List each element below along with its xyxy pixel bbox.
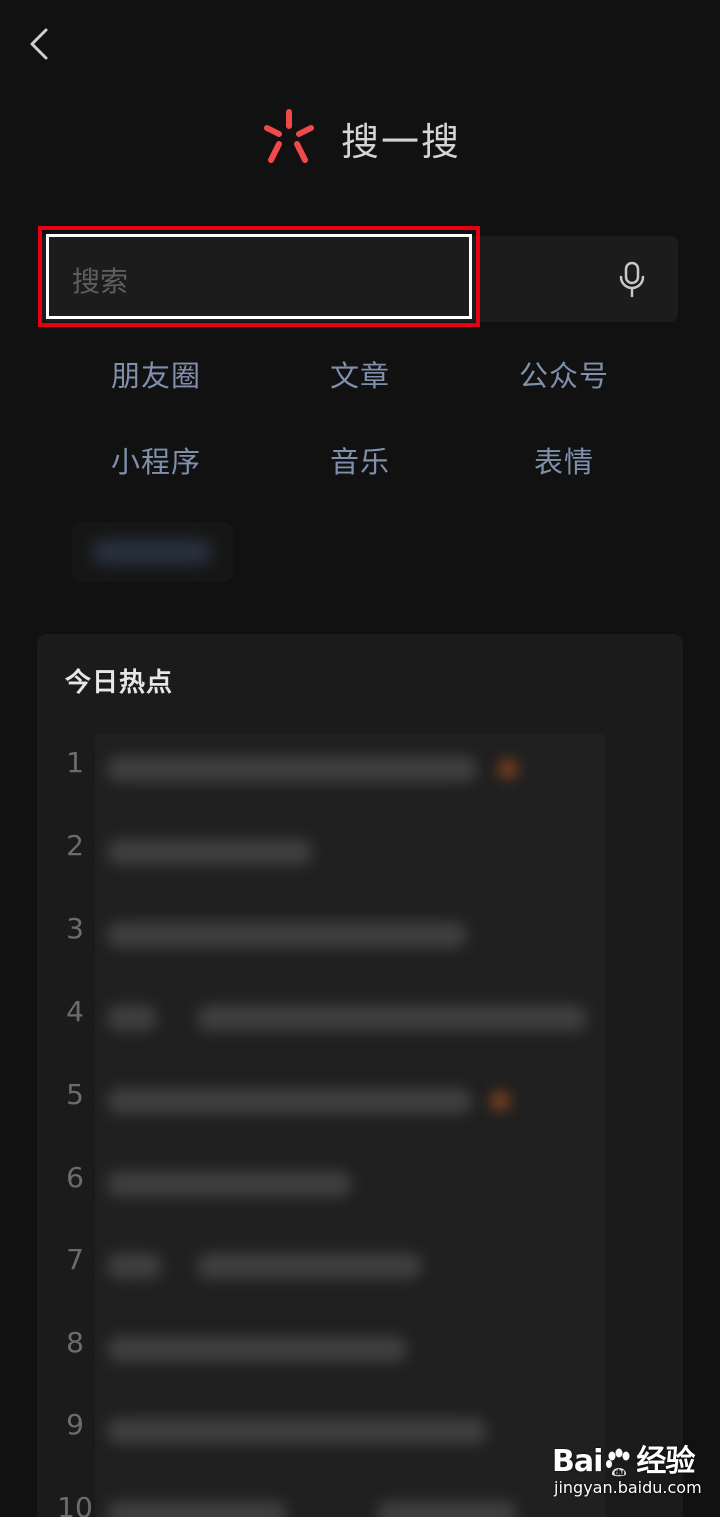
rank-number: 10 [57, 1491, 93, 1517]
blurred-history-chip[interactable] [72, 522, 234, 582]
voice-search-button[interactable] [604, 254, 660, 306]
rank-number: 1 [66, 746, 84, 779]
hot-badge-icon [497, 758, 519, 780]
rank-number: 6 [66, 1161, 84, 1194]
hot-topic-row[interactable]: 8 [37, 1314, 683, 1374]
rank-number: 4 [66, 995, 84, 1028]
hot-topics-title: 今日热点 [65, 668, 174, 698]
rank-number: 9 [66, 1408, 84, 1441]
rank-number: 3 [66, 912, 84, 945]
category-official-accounts[interactable]: 公众号 [462, 352, 666, 400]
rank-number: 5 [66, 1078, 84, 1111]
chevron-left-icon [30, 28, 48, 60]
watermark-url: jingyan.baidu.com [554, 1478, 702, 1497]
hot-topic-row[interactable]: 4 [37, 983, 683, 1043]
baidu-jingyan-watermark: Bai du 经验 jingyan.baidu.com [552, 1436, 720, 1502]
search-category-grid: 朋友圈 文章 公众号 小程序 音乐 表情 [54, 352, 666, 486]
blurred-topic-text [107, 1418, 487, 1444]
blurred-topic-text [107, 1005, 157, 1031]
hot-topic-row[interactable]: 5 [37, 1066, 683, 1126]
search-spark-logo-icon [263, 109, 314, 163]
blurred-topic-text [107, 1171, 352, 1197]
rank-number: 2 [66, 829, 84, 862]
baidu-paw-icon: du [606, 1448, 630, 1477]
hot-topic-row[interactable]: 1 [37, 734, 683, 794]
microphone-icon [619, 261, 645, 298]
blurred-topic-text [377, 1501, 517, 1517]
watermark-brand: Bai du 经验 [552, 1436, 695, 1480]
blurred-topic-text [107, 756, 477, 782]
blurred-topic-text [107, 922, 467, 948]
hot-topic-row[interactable]: 6 [37, 1149, 683, 1209]
hot-topic-row[interactable]: 3 [37, 900, 683, 960]
category-moments[interactable]: 朋友圈 [54, 352, 258, 400]
blurred-topic-text [107, 839, 312, 865]
search-highlight-box [38, 226, 480, 327]
blurred-topic-text [197, 1253, 422, 1279]
page-header: 搜一搜 [0, 100, 720, 176]
rank-number: 8 [66, 1326, 84, 1359]
search-highlight-inner [46, 234, 472, 319]
hot-topic-row[interactable]: 7 [37, 1231, 683, 1291]
blurred-topic-text [107, 1088, 472, 1114]
watermark-brand-bai: Bai [552, 1444, 603, 1479]
blurred-topic-text [197, 1005, 587, 1031]
watermark-brand-jingyan: 经验 [636, 1444, 695, 1479]
category-music[interactable]: 音乐 [258, 438, 462, 486]
category-articles[interactable]: 文章 [258, 352, 462, 400]
category-mini-programs[interactable]: 小程序 [54, 438, 258, 486]
search-screen: 搜一搜 朋友圈 文章 公众号 小程序 音乐 表情 今日热点 1 2 [0, 0, 720, 1517]
blurred-chip-content [92, 540, 212, 564]
blurred-topic-text [107, 1336, 407, 1362]
category-stickers[interactable]: 表情 [462, 438, 666, 486]
blurred-topic-text [107, 1253, 162, 1279]
hot-topics-card: 今日热点 1 2 3 4 5 6 7 8 9 10 [37, 634, 683, 1517]
hot-badge-icon [489, 1090, 511, 1112]
back-button[interactable] [18, 22, 58, 66]
rank-number: 7 [66, 1243, 84, 1276]
svg-text:du: du [615, 1468, 626, 1477]
page-title: 搜一搜 [340, 119, 461, 164]
blurred-topic-text [107, 1501, 287, 1517]
hot-topic-row[interactable]: 2 [37, 817, 683, 877]
